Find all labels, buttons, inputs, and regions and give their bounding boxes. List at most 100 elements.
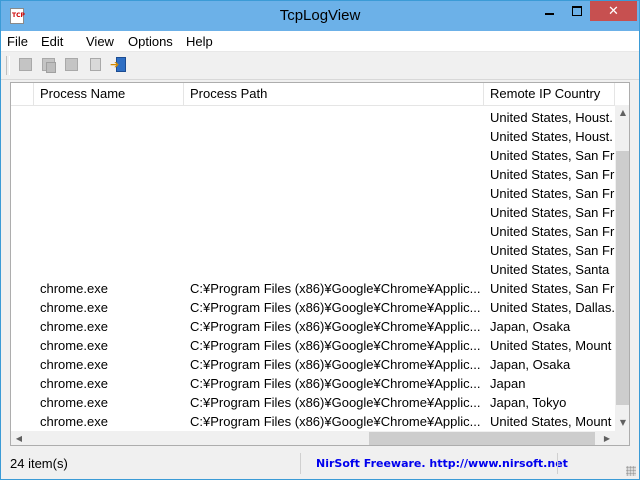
properties-icon xyxy=(65,58,78,71)
process-path-cell xyxy=(190,241,487,260)
save-icon xyxy=(19,58,32,71)
table-row[interactable]: chrome.exe C:¥Program Files (x86)¥Google… xyxy=(11,336,615,355)
table-row[interactable]: United States, San Fr xyxy=(11,146,615,165)
minimize-icon xyxy=(545,13,554,15)
close-icon: ✕ xyxy=(608,3,619,19)
horizontal-scroll-thumb[interactable] xyxy=(369,432,595,445)
copy-icon xyxy=(42,58,56,73)
country-cell: United States, Santa xyxy=(490,262,610,277)
vertical-scroll-thumb[interactable] xyxy=(616,151,629,405)
table-row[interactable]: United States, San Fr xyxy=(11,203,615,222)
process-path-cell: C:¥Program Files (x86)¥Google¥Chrome¥App… xyxy=(190,300,481,315)
scrollbar-corner xyxy=(615,431,629,445)
process-name-cell: chrome.exe xyxy=(40,376,108,391)
process-path-cell xyxy=(190,127,487,146)
report-icon xyxy=(90,58,101,71)
maximize-icon xyxy=(571,6,582,16)
copy-button[interactable] xyxy=(40,56,58,74)
table-row[interactable]: United States, San Fr xyxy=(11,241,615,260)
vertical-scrollbar[interactable]: ▲ ▼ xyxy=(615,105,629,431)
properties-button[interactable] xyxy=(63,56,81,74)
process-path-cell xyxy=(190,108,487,127)
toolbar: ➔ xyxy=(1,52,639,80)
report-button[interactable] xyxy=(86,56,104,74)
exit-button[interactable]: ➔ xyxy=(110,56,128,74)
column-process-path[interactable]: Process Path xyxy=(184,83,484,105)
country-cell: United States, San Fr xyxy=(490,186,615,201)
menu-bar: File Edit View Options Help xyxy=(1,31,639,52)
table-row[interactable]: chrome.exe C:¥Program Files (x86)¥Google… xyxy=(11,279,615,298)
country-cell: United States, San Fr xyxy=(490,243,615,258)
process-name-cell xyxy=(40,146,185,165)
maximize-button[interactable] xyxy=(563,1,590,21)
column-process-name[interactable]: Process Name xyxy=(34,83,184,105)
status-bar: 24 item(s) NirSoft Freeware. http://www.… xyxy=(1,450,639,479)
process-path-cell xyxy=(190,146,487,165)
process-path-cell: C:¥Program Files (x86)¥Google¥Chrome¥App… xyxy=(190,338,481,353)
table-row[interactable]: United States, San Fr xyxy=(11,222,615,241)
process-name-cell: chrome.exe xyxy=(40,281,108,296)
table-row[interactable]: chrome.exe C:¥Program Files (x86)¥Google… xyxy=(11,374,615,393)
country-cell: United States, San Fr xyxy=(490,167,615,182)
menu-file[interactable]: File xyxy=(7,34,28,49)
table-row[interactable]: chrome.exe C:¥Program Files (x86)¥Google… xyxy=(11,317,615,336)
app-window: TCP TcpLogView ✕ File Edit View Options … xyxy=(0,0,640,480)
process-name-cell xyxy=(40,241,185,260)
table-row[interactable]: United States, San Fr xyxy=(11,165,615,184)
nirsoft-link[interactable]: NirSoft Freeware. http://www.nirsoft.net xyxy=(316,453,568,474)
scroll-down-icon[interactable]: ▼ xyxy=(615,415,629,431)
connections-list[interactable]: Process Name Process Path Remote IP Coun… xyxy=(10,82,630,446)
country-cell: United States, Houst. xyxy=(490,110,613,125)
table-row[interactable]: chrome.exe C:¥Program Files (x86)¥Google… xyxy=(11,412,615,431)
save-button[interactable] xyxy=(17,56,35,74)
menu-view[interactable]: View xyxy=(86,34,114,49)
menu-help[interactable]: Help xyxy=(186,34,213,49)
process-path-cell xyxy=(190,222,487,241)
resize-grip-icon[interactable] xyxy=(626,466,636,476)
table-row[interactable]: chrome.exe C:¥Program Files (x86)¥Google… xyxy=(11,298,615,317)
process-name-cell xyxy=(40,203,185,222)
process-path-cell: C:¥Program Files (x86)¥Google¥Chrome¥App… xyxy=(190,414,481,429)
menu-options[interactable]: Options xyxy=(128,34,173,49)
process-path-cell xyxy=(190,260,487,279)
country-cell: Japan xyxy=(490,376,526,391)
table-row[interactable]: United States, Santa xyxy=(11,260,615,279)
process-name-cell xyxy=(40,108,185,127)
close-button[interactable]: ✕ xyxy=(590,1,637,21)
process-name-cell xyxy=(40,184,185,203)
country-cell: Japan, Osaka xyxy=(490,319,571,334)
process-path-cell xyxy=(190,203,487,222)
scroll-up-icon[interactable]: ▲ xyxy=(615,105,629,121)
table-row[interactable]: United States, Houst. xyxy=(11,127,615,146)
country-cell: United States, San Fr xyxy=(490,281,615,296)
table-row[interactable]: United States, Houst. xyxy=(11,108,615,127)
process-path-cell: C:¥Program Files (x86)¥Google¥Chrome¥App… xyxy=(190,319,481,334)
table-row[interactable]: United States, San Fr xyxy=(11,184,615,203)
process-path-cell: C:¥Program Files (x86)¥Google¥Chrome¥App… xyxy=(190,281,481,296)
process-name-cell xyxy=(40,127,185,146)
country-cell: United States, Mount xyxy=(490,338,612,353)
status-separator xyxy=(557,453,558,474)
header-blank[interactable] xyxy=(11,83,34,105)
table-row[interactable]: chrome.exe C:¥Program Files (x86)¥Google… xyxy=(11,393,615,412)
process-path-cell: C:¥Program Files (x86)¥Google¥Chrome¥App… xyxy=(190,395,481,410)
country-cell: United States, Dallas. xyxy=(490,300,615,315)
menu-edit[interactable]: Edit xyxy=(41,34,63,49)
table-row[interactable]: chrome.exe C:¥Program Files (x86)¥Google… xyxy=(11,355,615,374)
process-name-cell: chrome.exe xyxy=(40,300,108,315)
country-cell: United States, Houst. xyxy=(490,129,613,144)
scroll-right-icon[interactable]: ▶ xyxy=(599,431,615,445)
country-cell: Japan, Osaka xyxy=(490,357,571,372)
column-remote-ip-country[interactable]: Remote IP Country xyxy=(484,83,615,105)
item-count: 24 item(s) xyxy=(10,453,301,474)
toolbar-grip xyxy=(6,56,10,75)
minimize-button[interactable] xyxy=(536,1,563,21)
process-path-cell xyxy=(190,165,487,184)
process-name-cell: chrome.exe xyxy=(40,414,108,429)
scroll-left-icon[interactable]: ◀ xyxy=(11,431,27,445)
process-name-cell xyxy=(40,165,185,184)
title-bar[interactable]: TCP TcpLogView ✕ xyxy=(1,1,639,31)
country-cell: United States, San Fr xyxy=(490,148,615,163)
list-header: Process Name Process Path Remote IP Coun… xyxy=(11,83,629,106)
horizontal-scrollbar[interactable]: ◀ ▶ xyxy=(11,431,615,445)
